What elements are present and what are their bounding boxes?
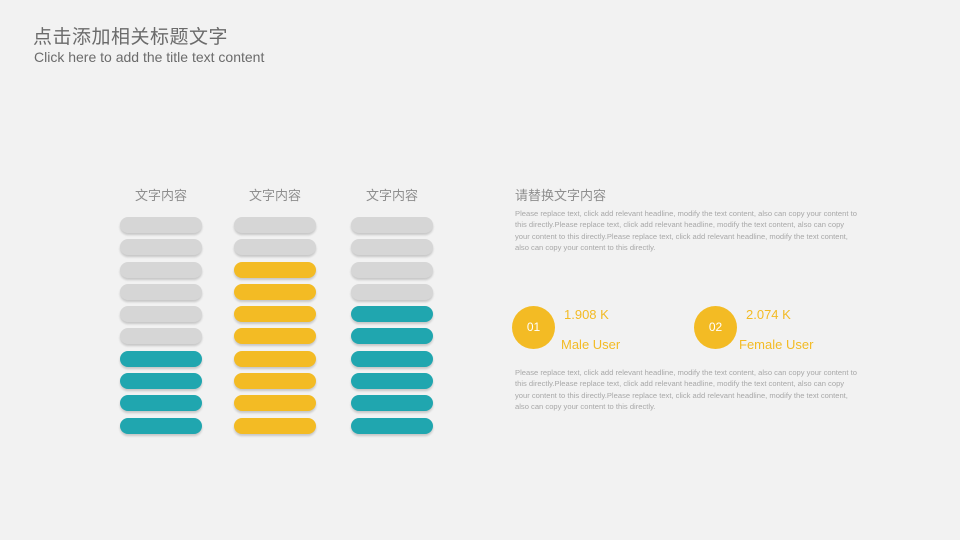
level-pill-on	[234, 306, 316, 323]
level-pill-on	[234, 328, 316, 345]
page-subtitle: Click here to add the title text content	[34, 49, 265, 65]
level-pill-off	[120, 328, 202, 345]
level-pill-teal	[120, 350, 202, 367]
stat-value-1: 1.908 K	[564, 307, 609, 322]
level-pill-on	[234, 417, 316, 434]
level-pill-on	[234, 283, 316, 300]
level-pill-teal	[351, 373, 433, 390]
column-label-3: 文字内容	[365, 189, 418, 204]
pill-column-2	[234, 217, 316, 440]
level-pill-on	[234, 261, 316, 278]
stat-badge-2: 02	[694, 306, 737, 349]
level-pill-off	[120, 306, 202, 323]
pill-column-3	[351, 217, 433, 440]
description-bottom: Please replace text, click add relevant …	[515, 368, 857, 411]
column-label-1: 文字内容	[134, 189, 187, 204]
stat-label-2: Female User	[739, 337, 814, 352]
level-pill-teal	[351, 306, 433, 323]
level-pill-off	[351, 283, 433, 300]
level-pill-teal	[120, 373, 202, 390]
stat-value-2: 2.074 K	[746, 307, 791, 322]
stat-label-1: Male User	[561, 337, 621, 352]
level-pill-off	[120, 239, 202, 256]
level-pill-off	[234, 239, 316, 256]
level-pill-off	[120, 283, 202, 300]
level-pill-teal	[120, 417, 202, 434]
level-pill-on	[234, 395, 316, 412]
description-top: Please replace text, click add relevant …	[515, 209, 857, 252]
pill-column-1	[120, 217, 202, 440]
level-pill-off	[351, 261, 433, 278]
level-pill-teal	[351, 350, 433, 367]
column-label-2: 文字内容	[248, 189, 301, 204]
level-pill-off	[234, 217, 316, 233]
stat-badge-1: 01	[512, 306, 555, 349]
page-title: 点击添加相关标题文字	[33, 26, 229, 48]
level-pill-teal	[351, 328, 433, 345]
level-pill-teal	[351, 395, 433, 412]
side-title: 请替换文字内容	[515, 189, 607, 204]
level-pill-teal	[120, 395, 202, 412]
level-pill-off	[351, 217, 433, 233]
level-pill-off	[120, 217, 202, 233]
level-pill-on	[234, 373, 316, 390]
level-pill-on	[234, 350, 316, 367]
level-pill-off	[120, 261, 202, 278]
level-pill-teal	[351, 417, 433, 434]
level-pill-off	[351, 239, 433, 256]
